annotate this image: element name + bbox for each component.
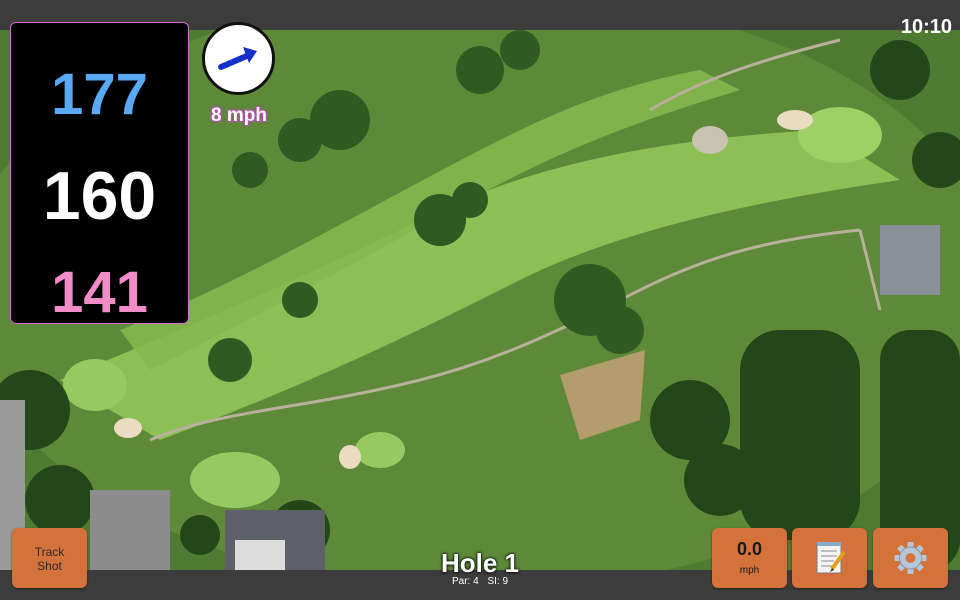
- notepad-icon: [816, 542, 846, 574]
- wind-arrow-icon: [218, 47, 257, 70]
- notes-button[interactable]: [792, 528, 867, 588]
- speed-unit: mph: [739, 565, 760, 576]
- hole-stroke-index: SI: 9: [487, 576, 509, 587]
- wind-direction-dial: [202, 22, 275, 95]
- middle-distance: 160: [42, 158, 157, 234]
- wind-speed-label: 8 mph: [211, 105, 267, 126]
- clock: 10:10: [900, 16, 952, 38]
- track-shot-label: Track Shot: [34, 545, 65, 573]
- speed-value: 0.0: [736, 539, 763, 559]
- hole-par: Par: 4: [451, 576, 479, 587]
- settings-button[interactable]: [873, 528, 948, 588]
- front-distance: 141: [51, 260, 148, 325]
- track-shot-button[interactable]: Track Shot: [12, 528, 87, 588]
- speed-button[interactable]: 0.0 mph: [712, 528, 787, 588]
- hole-meta: Par: 4 SI: 9: [380, 576, 580, 587]
- distance-panel: 177 160 141: [10, 22, 189, 325]
- hole-title: Hole 1: [440, 548, 520, 578]
- back-distance: 177: [51, 62, 148, 127]
- gear-icon: [894, 542, 927, 574]
